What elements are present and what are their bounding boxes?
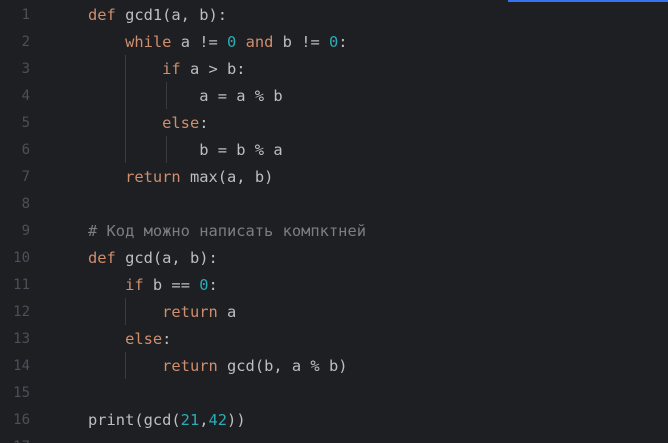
- line-number: 8: [21, 196, 30, 212]
- code-line[interactable]: 13 else:: [0, 326, 668, 353]
- line-number: 5: [21, 115, 30, 131]
- code-token: if: [162, 60, 181, 78]
- code-line[interactable]: 3 if a > b:: [0, 56, 668, 83]
- code-line[interactable]: 8: [0, 191, 668, 218]
- code-editor[interactable]: 1 def gcd1(a, b): 2 while a != 0 and b != …: [0, 0, 668, 443]
- code-token: 0: [199, 276, 209, 294]
- code-line[interactable]: 2 while a != 0 and b != 0:: [0, 29, 668, 56]
- line-number: 6: [21, 142, 30, 158]
- line-number: 1: [21, 7, 30, 23]
- code-text[interactable]: # Код можно написать компктней: [88, 218, 366, 245]
- code-text[interactable]: if a > b:: [88, 56, 246, 83]
- code-line[interactable]: 17: [0, 434, 668, 443]
- line-number: 4: [21, 88, 30, 104]
- code-text[interactable]: print(gcd(21,42)): [88, 407, 246, 434]
- code-token: 42: [208, 411, 228, 429]
- code-token: a > b:: [180, 60, 246, 78]
- code-token: gcd(a, b):: [115, 249, 218, 267]
- code-token: def: [88, 6, 116, 24]
- line-number: 9: [21, 223, 30, 239]
- code-line[interactable]: 6 b = b % a: [0, 137, 668, 164]
- line-number: 16: [13, 412, 30, 428]
- code-token: gcd1(a, b):: [115, 6, 228, 24]
- code-text[interactable]: b = b % a: [88, 137, 283, 164]
- line-number: 14: [13, 358, 30, 374]
- code-text[interactable]: else:: [88, 326, 171, 353]
- line-number: 7: [21, 169, 30, 185]
- line-number: 10: [13, 250, 30, 266]
- code-line[interactable]: 9 # Код можно написать компктней: [0, 218, 668, 245]
- code-line[interactable]: 10 def gcd(a, b):: [0, 245, 668, 272]
- code-token: # Код можно написать компктней: [88, 222, 366, 240]
- code-line[interactable]: 7 return max(a, b): [0, 164, 668, 191]
- code-token: b = b % a: [88, 141, 283, 159]
- code-line[interactable]: 11 if b == 0:: [0, 272, 668, 299]
- code-token: gcd(b, a % b): [217, 357, 348, 375]
- code-token: and: [245, 33, 274, 51]
- code-token: :: [208, 276, 218, 294]
- code-token: ,: [199, 411, 209, 429]
- code-token: return: [162, 357, 218, 375]
- code-line[interactable]: 1 def gcd1(a, b):: [0, 2, 668, 29]
- code-token: )): [227, 411, 246, 429]
- code-text[interactable]: return gcd(b, a % b): [88, 353, 347, 380]
- code-token: return: [125, 168, 181, 186]
- code-text[interactable]: else:: [88, 110, 209, 137]
- code-token: a: [217, 303, 237, 321]
- line-number: 13: [13, 331, 30, 347]
- code-token: if: [125, 276, 144, 294]
- line-number: 12: [13, 304, 30, 320]
- code-line[interactable]: 5 else:: [0, 110, 668, 137]
- code-token: while: [125, 33, 172, 51]
- line-number: 2: [21, 34, 30, 50]
- code-token: b !=: [273, 33, 330, 51]
- code-line[interactable]: 14 return gcd(b, a % b): [0, 353, 668, 380]
- code-text[interactable]: return max(a, b): [88, 164, 273, 191]
- code-token: :: [338, 33, 348, 51]
- code-token: else: [125, 330, 163, 348]
- code-token: 0: [227, 33, 237, 51]
- code-token: a = a % b: [88, 87, 283, 105]
- code-line[interactable]: 16 print(gcd(21,42)): [0, 407, 668, 434]
- code-token: 21: [180, 411, 200, 429]
- code-token: a !=: [171, 33, 228, 51]
- code-token: :: [162, 330, 172, 348]
- code-token: print(gcd(: [88, 411, 181, 429]
- code-text[interactable]: def gcd(a, b):: [88, 245, 218, 272]
- code-text[interactable]: return a: [88, 299, 236, 326]
- line-number: 15: [13, 385, 30, 401]
- code-text[interactable]: def gcd1(a, b):: [88, 2, 227, 29]
- code-token: def: [88, 249, 116, 267]
- code-token: max(a, b): [180, 168, 274, 186]
- code-text[interactable]: while a != 0 and b != 0:: [88, 29, 348, 56]
- code-token: b ==: [143, 276, 200, 294]
- code-token: else: [162, 114, 200, 132]
- code-token: 0: [329, 33, 339, 51]
- code-line[interactable]: 12 return a: [0, 299, 668, 326]
- code-text[interactable]: a = a % b: [88, 83, 283, 110]
- line-number: 11: [13, 277, 30, 293]
- code-text[interactable]: if b == 0:: [88, 272, 218, 299]
- code-line[interactable]: 4 a = a % b: [0, 83, 668, 110]
- line-number: 17: [0, 434, 30, 443]
- line-number: 3: [21, 61, 30, 77]
- code-line[interactable]: 15: [0, 380, 668, 407]
- code-token: return: [162, 303, 218, 321]
- code-token: :: [199, 114, 209, 132]
